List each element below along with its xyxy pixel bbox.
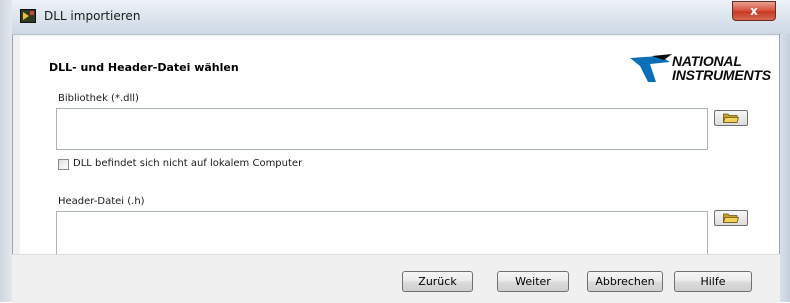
dll-import-window: DLL importieren x DLL- und Header-Datei … [0, 0, 790, 303]
header-file-label: Header-Datei (.h) [58, 196, 145, 207]
folder-open-icon [723, 213, 739, 223]
title-bar[interactable]: DLL importieren x [12, 0, 790, 35]
close-button[interactable]: x [732, 1, 776, 21]
help-button[interactable]: Hilfe [674, 271, 752, 292]
logo-wordmark: NATIONAL INSTRUMENTS [672, 54, 771, 82]
cancel-button[interactable]: Abbrechen [587, 271, 663, 292]
wizard-content: DLL- und Header-Datei wählen NATIONAL IN… [20, 36, 780, 257]
national-instruments-logo: NATIONAL INSTRUMENTS [630, 52, 780, 88]
remote-dll-checkbox[interactable] [58, 159, 69, 170]
next-button[interactable]: Weiter [497, 271, 569, 292]
library-path-field[interactable] [56, 108, 708, 150]
window-frame-right [779, 34, 790, 302]
logo-eagle-icon [630, 54, 672, 82]
header-file-path-field[interactable] [56, 211, 708, 257]
page-title: DLL- und Header-Datei wählen [49, 61, 239, 74]
window-title: DLL importieren [44, 9, 141, 23]
wizard-button-bar: Zurück Weiter Abbrechen Hilfe [12, 254, 780, 303]
header-file-browse-button[interactable] [714, 210, 748, 226]
remote-dll-checkbox-label: DLL befindet sich nicht auf lokalem Comp… [73, 158, 303, 169]
folder-open-icon [723, 113, 739, 123]
back-button[interactable]: Zurück [402, 271, 473, 292]
logo-line-instruments: INSTRUMENTS [672, 67, 771, 83]
library-label: Bibliothek (*.dll) [58, 93, 139, 104]
app-icon [20, 9, 36, 23]
library-browse-button[interactable] [714, 110, 748, 126]
